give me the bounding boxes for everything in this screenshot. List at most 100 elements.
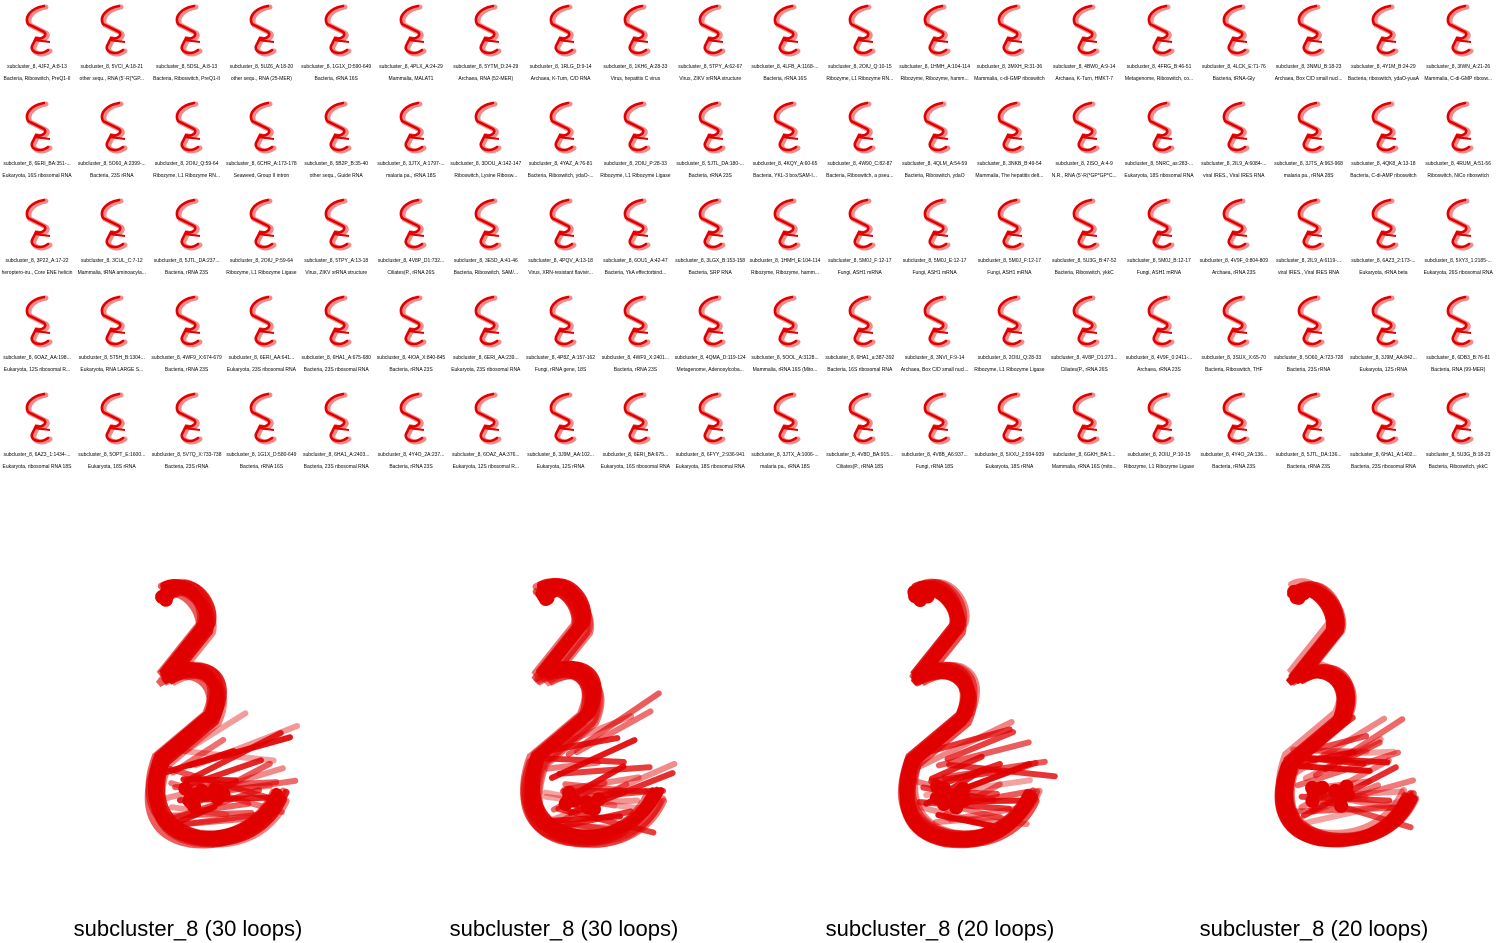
loop-backbone: [1372, 4, 1396, 55]
loop-thumbnail: subcluster_8, 5V7Q_X:733-738 Bacteria, 23…: [150, 388, 222, 480]
loop-structure-image: [324, 392, 352, 445]
loop-id-label: subcluster_8, 4IOA_X:840-845: [376, 355, 446, 361]
loop-structure-image: [1147, 198, 1175, 251]
loop-id-label: subcluster_8, 4QK8_A:13-18: [1351, 161, 1416, 167]
loop-id-label: subcluster_8, 6GKH_BA:1...: [1052, 452, 1116, 458]
loop-structure-image: [324, 4, 352, 57]
loop-source-label: Bacteria, tRNA-Gly: [1212, 76, 1255, 82]
loop-id-label: subcluster_8, 5DSL_A:8-13: [156, 64, 218, 70]
loop-source-label: Seaweed, Group II intron: [233, 173, 290, 179]
loop-backbone: [848, 198, 873, 249]
loop-thumbnail: subcluster_8, 2OIU_Q:59-64 Ribozyme, L1 R…: [150, 97, 222, 189]
loop-structure-image: [1297, 101, 1325, 154]
loop-thumbnail: subcluster_8, 5T5H_B:1304... Eukaryota, R…: [75, 291, 147, 383]
loop-thumbnail: subcluster_8, 3E5D_A:41-46 Bacteria, Ribo…: [449, 194, 521, 286]
superposed-loops-image: [1274, 578, 1420, 848]
loop-id-label: subcluster_8, 6ERI_AA:239...: [453, 355, 519, 361]
loop-backbone: [399, 101, 424, 152]
loop-backbone: [25, 101, 50, 152]
loop-source-label: Fungi, rRNA 18S: [915, 464, 954, 470]
loop-thumbnail: subcluster_8, 3LGX_B:153-158 Bacteria, SR…: [673, 194, 745, 286]
loop-structure-image: [474, 4, 502, 57]
loop-structure-image: [773, 101, 801, 154]
loop-thumbnail: subcluster_8, 1G1X_D:590-649 Bacteria, rR…: [299, 0, 371, 92]
loop-source-label: Eukaryota, 23S ribosomal RNA: [226, 367, 296, 373]
loop-structure-image: [549, 295, 577, 348]
loop-structure-image: [848, 295, 876, 348]
loop-thumbnail: subcluster_8, 4V8P_D1:273... Ciliates(P.,…: [1047, 291, 1119, 383]
loop-structure-image: [624, 4, 651, 57]
loop-backbone: [1222, 295, 1247, 346]
loop-structure-image: [1222, 4, 1250, 57]
superposed-atom-sphere: [194, 783, 209, 798]
loop-backbone: [549, 101, 573, 152]
loop-backbone: [250, 198, 274, 249]
loop-backbone: [698, 101, 723, 152]
loop-structure-image: [923, 101, 951, 154]
loop-thumbnail: subcluster_8, 1HMH_E:104-114 Ribozyme, Ri…: [748, 194, 820, 286]
loop-id-label: subcluster_8, 4Y1M_B:24-29: [1351, 64, 1416, 70]
loop-id-label: subcluster_8, 3MXH_R:31-36: [976, 64, 1043, 70]
loop-source-label: Eukaryota, 12S ribosomal R...: [452, 464, 519, 470]
loop-thumbnail: subcluster_8, 4JF2_A:8-13 Bacteria, Ribos…: [0, 0, 72, 92]
loop-id-label: subcluster_8, 4KQY_A:60-65: [752, 161, 818, 167]
loop-thumbnail: subcluster_8, 5U3G_B:47-52 Bacteria, Ribo…: [1047, 194, 1119, 286]
loop-structure-image: [100, 101, 128, 154]
loop-thumbnail: subcluster_8, 6GKH_BA:1... Mammalia, rRNA…: [1047, 388, 1119, 480]
loop-backbone: [1297, 198, 1321, 249]
loop-id-label: subcluster_8, 6OAZ_AA:376...: [452, 452, 520, 458]
loop-id-label: subcluster_8, 6HA1_A:675-680: [301, 355, 371, 361]
loop-thumbnail: subcluster_8, 3MXH_R:31-36 Mammalia, c-di…: [972, 0, 1045, 92]
loop-id-label: subcluster_8, 5U3G_B:47-52: [1051, 258, 1117, 264]
loop-id-label: subcluster_8, 1HMH_E:104-114: [749, 258, 821, 264]
superposed-loops-image: [898, 578, 1058, 849]
loop-backbone: [399, 4, 424, 55]
loop-source-label: other sequ., Guide RNA: [309, 173, 363, 179]
loop-thumbnail: subcluster_8, 4Y1M_B:24-29 Bacteria, ribo…: [1346, 0, 1419, 92]
loop-thumbnail: subcluster_8, 6ERI_BA:675... Eukaryota, 1…: [598, 388, 670, 480]
loop-structure-image: [474, 295, 502, 348]
loop-id-label: subcluster_8, 4V8B_A6:937...: [901, 452, 968, 458]
loop-source-label: Eukaryota, 16S ribosomal RNA: [2, 173, 72, 179]
loop-source-label: Ribozyme, L1 Ribozyme RN...: [153, 173, 221, 179]
loop-backbone: [1297, 4, 1321, 55]
loop-backbone: [624, 4, 648, 55]
loop-backbone: [1072, 198, 1097, 249]
loop-backbone: [100, 295, 125, 346]
loop-id-label: subcluster_8, 4V8P_D1:273...: [1050, 355, 1118, 361]
loop-backbone: [25, 295, 50, 346]
loop-id-label: subcluster_8, 3DOU_A:142-147: [450, 161, 522, 167]
loop-thumbnail: subcluster_8, 2ISO_A:4-9 N.R., RNA (5'-R(…: [1047, 97, 1119, 189]
loop-backbone: [1072, 101, 1097, 152]
loop-source-label: malaria pa., rRNA 28S: [1283, 173, 1334, 179]
loop-thumbnail: subcluster_8, 5XY3_1:2185-... Eukaryota, …: [1421, 194, 1493, 286]
loop-thumbnail: subcluster_8, 6HA1_A:2403... Bacteria, 23…: [299, 388, 371, 480]
loop-source-label: Bacteria, riboswitch, ydaO-yuaA: [1347, 76, 1419, 82]
loop-thumbnail: subcluster_8, 4P8Z_A:157-162 Fungi, rRNA …: [524, 291, 596, 383]
loop-structure-image: [1222, 392, 1250, 445]
loop-id-label: subcluster_8, 3NKB_B:49-54: [977, 161, 1042, 167]
loop-backbone: [1222, 392, 1247, 443]
loop-source-label: N.R., RNA (5'-R(*GP*GP*C...: [1051, 173, 1117, 179]
superposition-caption-1: subcluster_8 (30 loops): [73, 916, 303, 941]
loop-structure-image: [1147, 4, 1175, 57]
loop-source-label: Ribozyme, L1 Ribozyme Ligase: [226, 270, 297, 276]
loop-backbone: [698, 295, 723, 346]
superposed-atom-sphere: [949, 800, 964, 815]
loop-backbone: [175, 4, 199, 55]
loop-structure-image: [100, 392, 128, 445]
loop-source-label: Archaea, Box C/D small nucl...: [1274, 76, 1343, 82]
loop-id-label: subcluster_8, 3J9M_AA:102...: [527, 452, 594, 458]
loop-source-label: Bacteria, YKL-3 box/SAM-I...: [753, 173, 817, 179]
loop-id-label: subcluster_8, 3LGX_B:153-158: [675, 258, 746, 264]
loop-id-label: subcluster_8, 6ERI_AA:641...: [228, 355, 295, 361]
loop-structure-image: [1072, 295, 1100, 348]
loop-backbone: [1147, 101, 1172, 152]
loop-thumbnail: subcluster_8, 2OIU_P:28-33 Ribozyme, L1 R…: [598, 97, 671, 189]
loop-id-label: subcluster_8, 4V9F_0:804-809: [1199, 258, 1268, 264]
loop-thumbnail: subcluster_8, 6AZ3_2:173-... Eukaryota, r…: [1346, 194, 1418, 286]
loop-backbone: [474, 198, 499, 249]
loop-structure-image: [474, 101, 502, 154]
loop-backbone: [848, 295, 873, 346]
loop-structure-image: [25, 295, 53, 348]
